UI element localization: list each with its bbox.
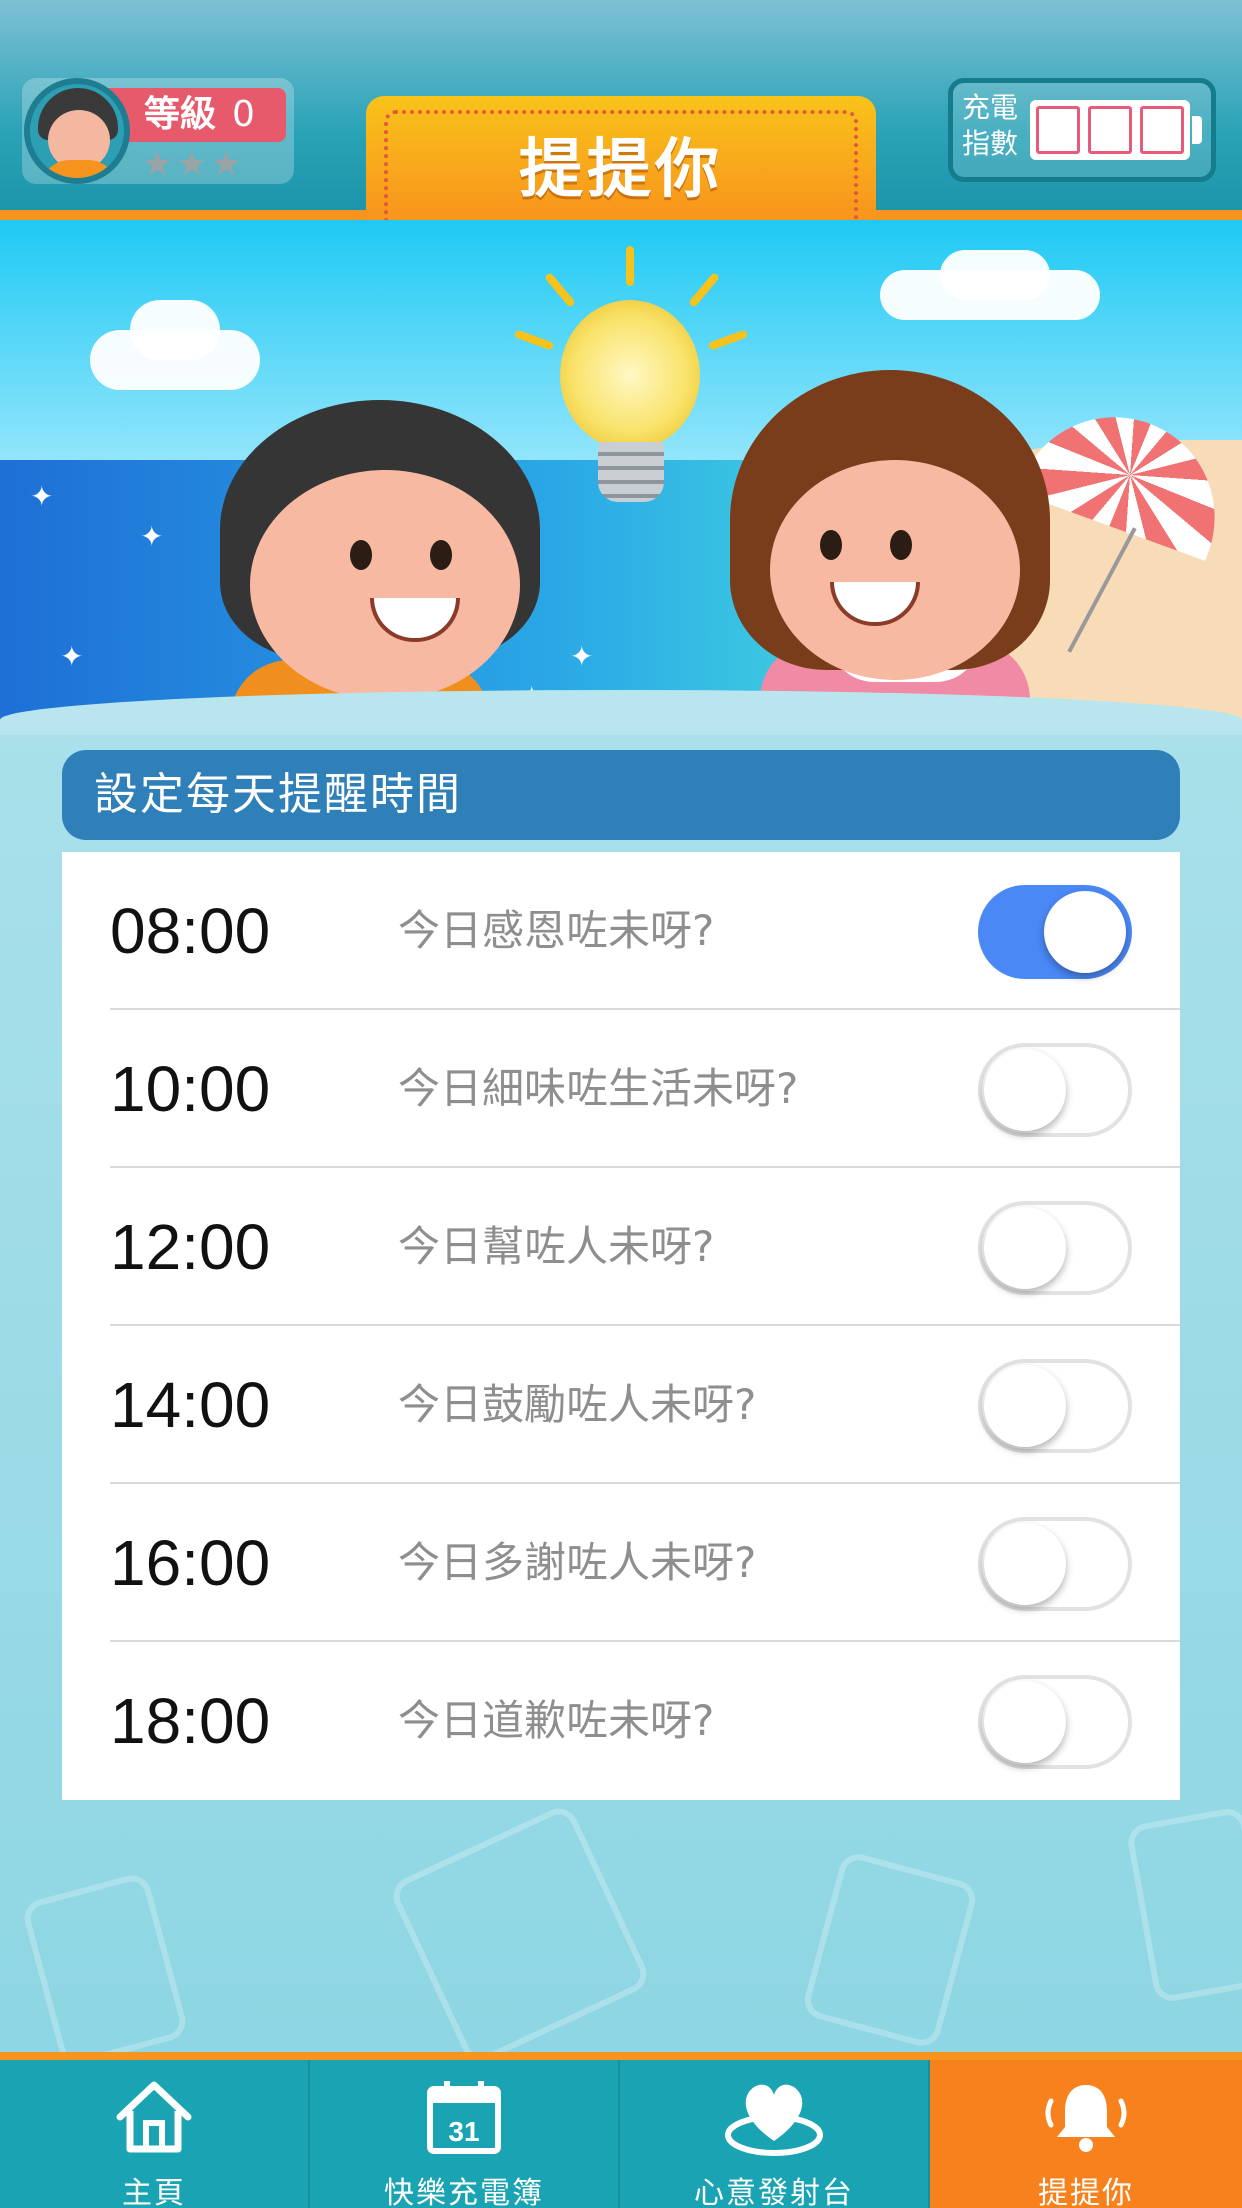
reminder-section-title: 設定每天提醒時間 — [62, 750, 1180, 840]
tab-happy-charge-book[interactable]: 31 快樂充電簿 — [310, 2060, 620, 2208]
reminder-message: 今日道歉咗未呀? — [398, 1696, 715, 1745]
battery-cell — [1088, 106, 1132, 154]
reminder-time: 16:00 — [110, 1527, 271, 1599]
reminder-message: 今日幫咗人未呀? — [398, 1222, 715, 1271]
reminder-message: 今日多謝咗人未呀? — [398, 1538, 757, 1587]
reminder-toggle[interactable] — [978, 1675, 1132, 1769]
battery-cell — [1036, 106, 1080, 154]
reminder-row: 10:00 今日細味咗生活未呀? — [62, 1010, 1180, 1168]
reminder-toggle[interactable] — [978, 1517, 1132, 1611]
tab-label: 提提你 — [1038, 2176, 1134, 2208]
reminder-time: 18:00 — [110, 1685, 271, 1757]
calendar-day: 31 — [448, 2116, 479, 2147]
user-avatar[interactable] — [24, 78, 130, 184]
reminder-row: 12:00 今日幫咗人未呀? — [62, 1168, 1180, 1326]
reminder-message: 今日鼓勵咗人未呀? — [398, 1380, 757, 1429]
reminder-message: 今日感恩咗未呀? — [398, 906, 715, 955]
calendar-icon: 31 — [310, 2072, 618, 2162]
bell-icon — [930, 2072, 1242, 2162]
reminder-row: 14:00 今日鼓勵咗人未呀? — [62, 1326, 1180, 1484]
home-icon — [0, 2072, 308, 2162]
heart-icon — [620, 2072, 928, 2162]
toggle-knob — [984, 1681, 1066, 1763]
reminder-toggle[interactable] — [978, 885, 1132, 979]
reminder-time: 14:00 — [110, 1369, 271, 1441]
tab-heart-broadcast[interactable]: 心意發射台 — [620, 2060, 930, 2208]
reminder-time: 10:00 — [110, 1053, 271, 1125]
reminder-list: 08:00 今日感恩咗未呀? 10:00 今日細味咗生活未呀? 12:00 今日… — [62, 852, 1180, 1800]
toggle-knob — [1044, 891, 1126, 973]
reminder-row: 08:00 今日感恩咗未呀? — [62, 852, 1180, 1010]
toggle-knob — [984, 1365, 1066, 1447]
page-title: 提提你 — [519, 133, 723, 207]
reminder-toggle[interactable] — [978, 1201, 1132, 1295]
toggle-knob — [984, 1049, 1066, 1131]
tab-reminder[interactable]: 提提你 — [930, 2060, 1242, 2208]
battery-icon — [1030, 100, 1190, 160]
tab-label: 快樂充電簿 — [384, 2176, 544, 2208]
reminder-toggle[interactable] — [978, 1043, 1132, 1137]
charge-index-label: 充電指數 — [962, 91, 1019, 160]
lightbulb-icon — [560, 300, 700, 450]
toggle-knob — [984, 1523, 1066, 1605]
reminder-row: 16:00 今日多謝咗人未呀? — [62, 1484, 1180, 1642]
bottom-tab-bar: 主頁 31 快樂充電簿 心意發射台 提提你 — [0, 2052, 1242, 2208]
tab-home[interactable]: 主頁 — [0, 2060, 310, 2208]
tab-label: 心意發射台 — [694, 2176, 854, 2208]
tab-label: 主頁 — [122, 2176, 186, 2208]
reminder-toggle[interactable] — [978, 1359, 1132, 1453]
battery-tip — [1192, 116, 1202, 144]
reminder-time: 12:00 — [110, 1211, 271, 1283]
battery-cell — [1140, 106, 1184, 154]
reminder-time: 08:00 — [110, 895, 271, 967]
level-value: 0 — [232, 94, 255, 135]
hero-illustration: ✦ ✦ ✦ ✦ ✦ — [0, 220, 1242, 735]
level-label: 等級 — [144, 94, 217, 135]
reminder-message: 今日細味咗生活未呀? — [398, 1064, 799, 1113]
toggle-knob — [984, 1207, 1066, 1289]
level-stars: ★★★ — [142, 144, 246, 184]
reminder-row: 18:00 今日道歉咗未呀? — [62, 1642, 1180, 1800]
